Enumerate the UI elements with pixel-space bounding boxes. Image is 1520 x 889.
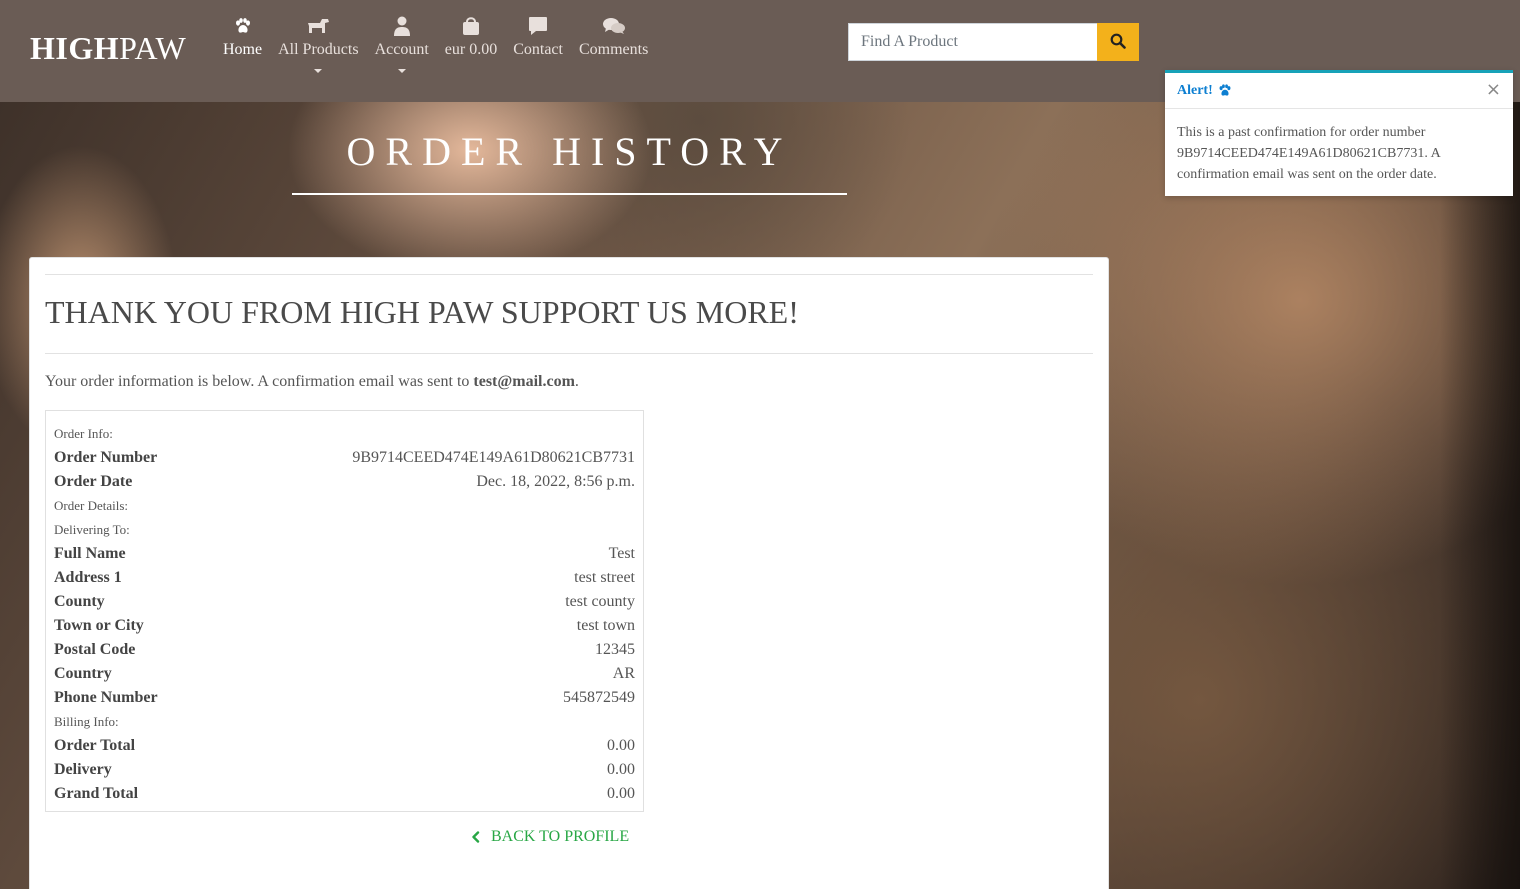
postal-code-row: Postal Code 12345	[54, 638, 635, 662]
page-title: ORDER HISTORY	[346, 129, 793, 174]
thank-you-heading: THANK YOU FROM HIGH PAW SUPPORT US MORE!	[45, 294, 799, 330]
row-value: 0.00	[607, 737, 635, 754]
nav-all-products[interactable]: All Products	[270, 14, 366, 73]
main-nav: Home All Products Account eur 0.00 Conta…	[215, 14, 656, 73]
toast-title-text: Alert!	[1177, 82, 1213, 98]
nav-home[interactable]: Home	[215, 14, 270, 73]
back-to-profile-link[interactable]: BACK TO PROFILE	[471, 828, 629, 846]
row-value: 0.00	[607, 785, 635, 802]
row-value: 12345	[595, 641, 635, 658]
search-icon	[1110, 33, 1126, 52]
confirmation-email: test@mail.com	[473, 373, 575, 390]
search-bar	[848, 23, 1139, 61]
row-value: test town	[576, 617, 635, 634]
alert-toast: Alert! × This is a past confirmation for…	[1165, 70, 1513, 196]
nav-contact[interactable]: Contact	[505, 14, 571, 73]
row-key: Grand Total	[54, 785, 139, 802]
confirmation-suffix: .	[574, 373, 579, 390]
order-summary: Order Info: Order Number 9B9714CEED474E1…	[45, 410, 644, 812]
title-underline	[292, 193, 847, 195]
row-value: test street	[574, 569, 635, 586]
nav-account[interactable]: Account	[367, 14, 437, 73]
nav-contact-label: Contact	[513, 41, 563, 58]
row-key: County	[54, 593, 105, 610]
row-key: Town or City	[54, 617, 144, 634]
nav-bag[interactable]: eur 0.00	[437, 14, 505, 73]
comments-icon	[602, 14, 625, 38]
row-value: 0.00	[607, 761, 635, 778]
row-key: Order Total	[54, 737, 136, 754]
grand-total-row: Grand Total 0.00	[54, 782, 635, 806]
section-label: Order Details:	[54, 498, 129, 513]
row-value: test county	[565, 593, 635, 610]
row-value: Test	[608, 545, 635, 562]
logo-bold: HIGH	[30, 30, 120, 66]
section-label: Delivering To:	[54, 522, 130, 537]
order-number-row: Order Number 9B9714CEED474E149A61D80621C…	[54, 446, 635, 470]
section-label: Billing Info:	[54, 714, 119, 729]
user-icon	[393, 14, 410, 38]
row-key: Address 1	[54, 569, 122, 586]
order-date-row: Order Date Dec. 18, 2022, 8:56 p.m.	[54, 470, 635, 494]
divider	[45, 274, 1093, 275]
confirmation-prefix: Your order information is below. A confi…	[45, 373, 474, 390]
search-input[interactable]	[848, 23, 1097, 61]
nav-comments[interactable]: Comments	[571, 14, 656, 73]
order-card: THANK YOU FROM HIGH PAW SUPPORT US MORE!…	[29, 257, 1109, 889]
nav-account-label: Account	[374, 41, 429, 58]
address1-row: Address 1 test street	[54, 566, 635, 590]
logo-normal: PAW	[119, 30, 187, 66]
caret-down-icon	[397, 69, 406, 73]
comment-icon	[528, 14, 548, 38]
divider	[45, 353, 1093, 354]
section-label: Order Info:	[54, 426, 113, 441]
row-key: Postal Code	[54, 641, 136, 658]
toast-header: Alert! ×	[1165, 73, 1513, 109]
nav-all-products-label: All Products	[278, 41, 359, 58]
toast-message: This is a past confirmation for order nu…	[1177, 125, 1440, 182]
row-value: 545872549	[563, 689, 635, 706]
nav-home-label: Home	[223, 41, 263, 58]
country-row: Country AR	[54, 662, 635, 686]
row-key: Full Name	[54, 545, 126, 562]
row-key: Country	[54, 665, 112, 682]
site-logo[interactable]: HIGHPAW	[30, 30, 186, 67]
toast-title: Alert!	[1177, 83, 1232, 99]
background-shade	[1440, 100, 1520, 889]
confirmation-text: Your order information is below. A confi…	[45, 373, 579, 391]
county-row: County test county	[54, 590, 635, 614]
row-value: Dec. 18, 2022, 8:56 p.m.	[476, 473, 635, 490]
row-key: Delivery	[54, 761, 112, 778]
back-to-profile-label: BACK TO PROFILE	[491, 828, 630, 845]
close-icon[interactable]: ×	[1486, 79, 1501, 100]
paw-icon	[234, 14, 252, 38]
row-value: 9B9714CEED474E149A61D80621CB7731	[352, 449, 635, 466]
phone-row: Phone Number 545872549	[54, 686, 635, 710]
row-key: Phone Number	[54, 689, 158, 706]
order-total-row: Order Total 0.00	[54, 734, 635, 758]
row-key: Order Number	[54, 449, 158, 466]
shopping-bag-icon	[462, 14, 480, 38]
nav-bag-label: eur 0.00	[444, 41, 498, 58]
nav-comments-label: Comments	[578, 41, 649, 58]
caret-down-icon	[314, 69, 323, 73]
search-button[interactable]	[1097, 23, 1139, 61]
full-name-row: Full Name Test	[54, 542, 635, 566]
delivery-row: Delivery 0.00	[54, 758, 635, 782]
town-row: Town or City test town	[54, 614, 635, 638]
row-key: Order Date	[54, 473, 133, 490]
paw-icon	[1218, 84, 1232, 97]
dog-icon	[306, 14, 330, 38]
row-value: AR	[612, 665, 635, 682]
chevron-left-icon	[471, 831, 481, 843]
